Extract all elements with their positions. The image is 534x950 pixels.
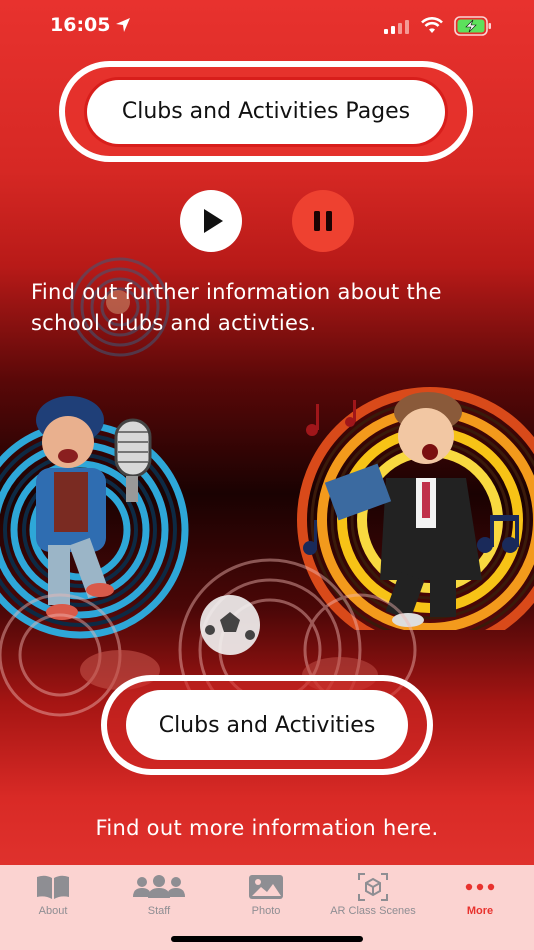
clubs-and-activities-button[interactable]: Clubs and Activities bbox=[126, 690, 408, 760]
clubs-activities-pages-button[interactable]: Clubs and Activities Pages bbox=[87, 79, 445, 144]
clubs-button-frame: Clubs and Activities bbox=[101, 675, 433, 775]
ar-scan-icon bbox=[358, 873, 388, 901]
status-time: 16:05 bbox=[50, 14, 111, 36]
pause-icon bbox=[314, 211, 332, 231]
footer-description: Find out more information here. bbox=[95, 816, 439, 840]
play-button[interactable] bbox=[180, 190, 242, 252]
tab-label: Photo bbox=[251, 905, 281, 917]
tab-about[interactable]: About bbox=[3, 865, 103, 925]
wifi-icon bbox=[421, 17, 443, 33]
more-icon bbox=[465, 883, 495, 891]
play-icon bbox=[204, 209, 223, 233]
people-icon bbox=[133, 875, 185, 898]
tab-label: AR Class Scenes bbox=[330, 905, 416, 917]
tab-label: About bbox=[38, 905, 68, 917]
tab-more[interactable]: More bbox=[430, 865, 530, 925]
cellular-signal-icon bbox=[384, 20, 409, 34]
book-icon bbox=[37, 875, 69, 899]
tab-photo[interactable]: Photo bbox=[216, 865, 316, 925]
photo-icon bbox=[249, 875, 283, 899]
status-bar: 16:05 bbox=[0, 0, 534, 54]
intro-description: Find out further information about the s… bbox=[31, 280, 442, 335]
location-arrow-icon bbox=[116, 18, 130, 32]
tab-label: Staff bbox=[147, 905, 171, 917]
home-indicator bbox=[171, 936, 363, 942]
pause-button[interactable] bbox=[292, 190, 354, 252]
battery-charging-icon bbox=[454, 16, 491, 36]
music-notes-decoration bbox=[306, 400, 356, 436]
tab-ar-class-scenes[interactable]: AR Class Scenes bbox=[323, 865, 423, 925]
clubs-pages-button-frame: Clubs and Activities Pages bbox=[59, 61, 473, 162]
tab-staff[interactable]: Staff bbox=[109, 865, 209, 925]
tab-label: More bbox=[466, 905, 494, 917]
